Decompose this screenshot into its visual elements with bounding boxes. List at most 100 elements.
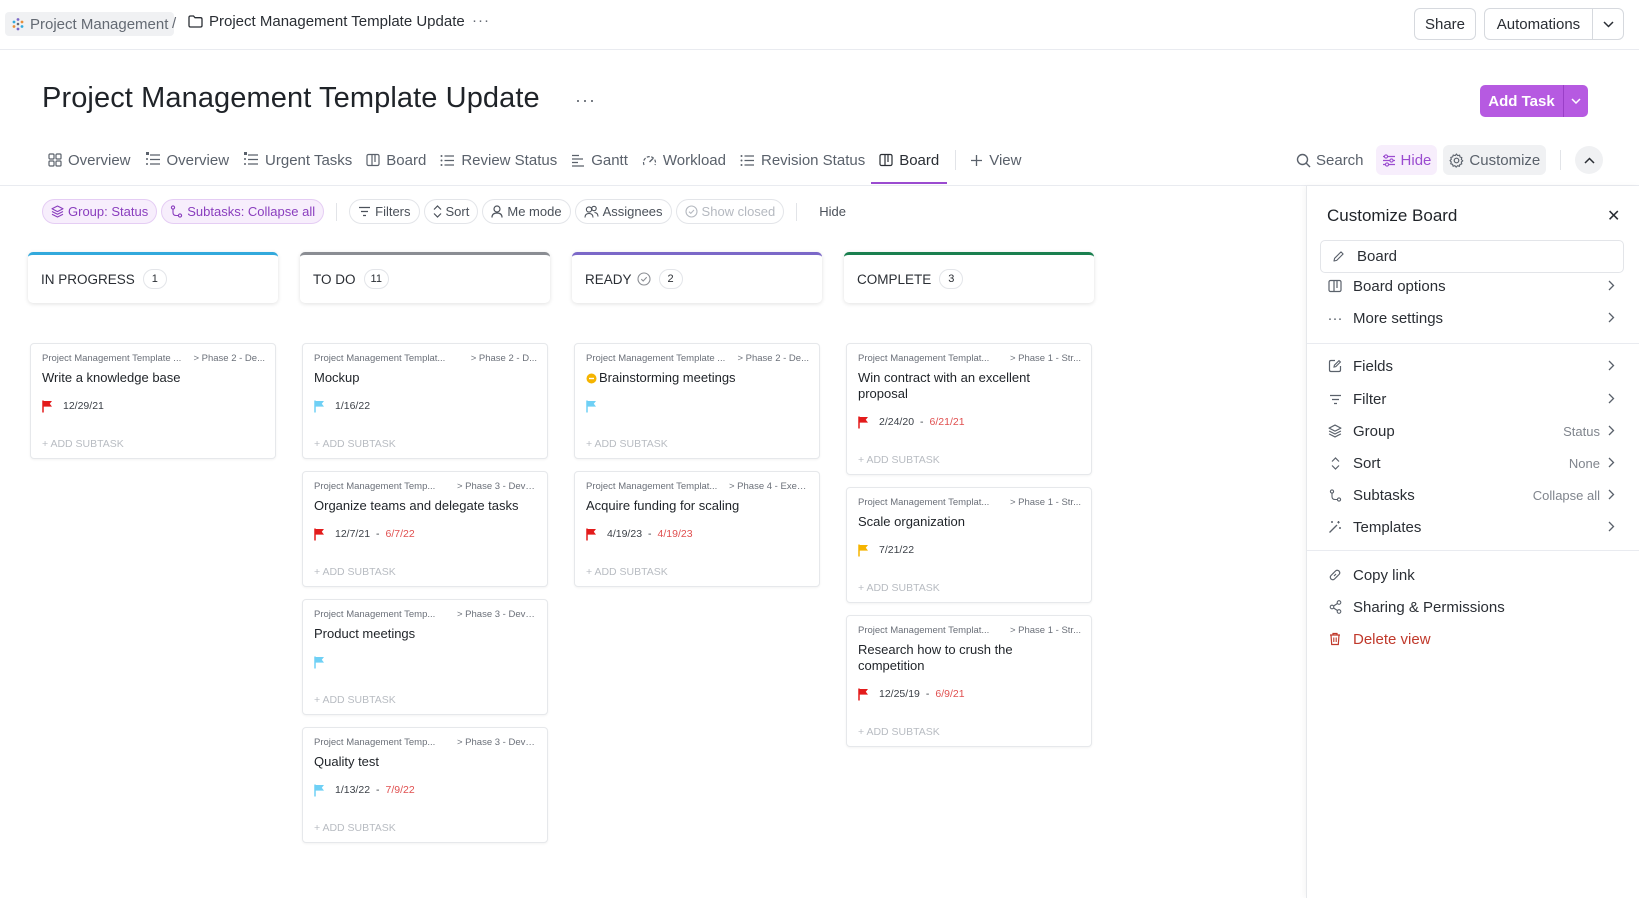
templates-item[interactable]: Templates bbox=[1327, 515, 1615, 539]
task-card[interactable]: Project Management Templat... > Phase 2 -… bbox=[302, 343, 548, 459]
automations-label[interactable]: Automations bbox=[1485, 9, 1593, 39]
task-phase-path[interactable]: > Phase 3 - Devel... bbox=[457, 481, 537, 492]
tab-review-status[interactable]: Review Status bbox=[440, 143, 557, 177]
task-due-date[interactable]: 7/9/22 bbox=[386, 784, 415, 796]
task-card[interactable]: Project Management Templat... > Phase 4 -… bbox=[574, 471, 820, 587]
task-phase-path[interactable]: > Phase 4 - Exec... bbox=[729, 481, 809, 492]
task-title[interactable]: Mockup bbox=[314, 370, 360, 386]
delete-view-item[interactable]: Delete view bbox=[1327, 627, 1615, 651]
task-due-date[interactable]: 4/19/23 bbox=[658, 528, 693, 540]
priority-flag-icon[interactable] bbox=[314, 784, 325, 797]
add-subtask-button[interactable]: + ADD SUBTASK bbox=[858, 454, 1081, 474]
sort-item[interactable]: Sort None bbox=[1327, 451, 1615, 475]
task-card[interactable]: Project Management Temp... > Phase 3 - De… bbox=[302, 471, 548, 587]
priority-flag-icon[interactable] bbox=[42, 400, 53, 413]
close-icon[interactable]: ✕ bbox=[1607, 206, 1620, 226]
me-mode-button[interactable]: Me mode bbox=[482, 199, 571, 224]
task-phase-path[interactable]: > Phase 2 - De... bbox=[193, 353, 265, 364]
task-start-date[interactable]: 12/7/21 bbox=[335, 528, 370, 540]
assignees-button[interactable]: Assignees bbox=[574, 199, 672, 224]
tab-board-active[interactable]: Board bbox=[871, 143, 948, 184]
tab-revision-status[interactable]: Revision Status bbox=[740, 143, 865, 177]
subtasks-chip[interactable]: Subtasks: Collapse all bbox=[161, 199, 325, 224]
column-header[interactable]: TO DO 11 bbox=[300, 252, 550, 303]
task-start-date[interactable]: 4/19/23 bbox=[607, 528, 642, 540]
task-title[interactable]: Product meetings bbox=[314, 626, 415, 642]
automations-dropdown[interactable] bbox=[1593, 20, 1623, 28]
task-phase-path[interactable]: > Phase 1 - Str... bbox=[1010, 497, 1081, 508]
task-phase-path[interactable]: > Phase 3 - Devel... bbox=[457, 609, 537, 620]
task-phase-path[interactable]: > Phase 1 - Str... bbox=[1010, 353, 1081, 364]
priority-flag-icon[interactable] bbox=[314, 400, 325, 413]
breadcrumb-space[interactable]: Project Management bbox=[5, 12, 175, 36]
task-phase-path[interactable]: > Phase 2 - D... bbox=[471, 353, 537, 364]
task-title[interactable]: Win contract with an excellent proposal bbox=[858, 370, 1081, 402]
breadcrumb-more-icon[interactable]: ··· bbox=[472, 12, 490, 29]
tab-workload[interactable]: Workload bbox=[642, 143, 726, 177]
breadcrumb-current[interactable]: Project Management Template Update bbox=[188, 13, 465, 30]
task-start-date[interactable]: 12/25/19 bbox=[879, 688, 920, 700]
add-subtask-button[interactable]: + ADD SUBTASK bbox=[314, 822, 537, 842]
task-title[interactable]: Quality test bbox=[314, 754, 379, 770]
task-phase-path[interactable]: > Phase 1 - Str... bbox=[1010, 625, 1081, 636]
more-settings-item[interactable]: ··· More settings bbox=[1327, 306, 1615, 330]
subtasks-item[interactable]: Subtasks Collapse all bbox=[1327, 483, 1615, 507]
task-start-date[interactable]: 7/21/22 bbox=[879, 544, 914, 556]
title-more-icon[interactable]: ··· bbox=[575, 90, 596, 111]
task-list-path[interactable]: Project Management Temp... bbox=[314, 737, 435, 748]
view-name-input[interactable]: Board bbox=[1320, 240, 1624, 273]
task-list-path[interactable]: Project Management Temp... bbox=[314, 609, 435, 620]
add-subtask-button[interactable]: + ADD SUBTASK bbox=[314, 566, 537, 586]
priority-flag-icon[interactable] bbox=[858, 416, 869, 429]
task-card[interactable]: Project Management Templat... > Phase 1 -… bbox=[846, 615, 1092, 747]
task-card[interactable]: Project Management Templat... > Phase 1 -… bbox=[846, 343, 1092, 475]
task-start-date[interactable]: 1/16/22 bbox=[335, 400, 370, 412]
task-phase-path[interactable]: > Phase 2 - De... bbox=[737, 353, 809, 364]
priority-flag-icon[interactable] bbox=[314, 528, 325, 541]
task-title[interactable]: Write a knowledge base bbox=[42, 370, 181, 386]
sharing-permissions-item[interactable]: Sharing & Permissions bbox=[1327, 595, 1615, 619]
task-start-date[interactable]: 1/13/22 bbox=[335, 784, 370, 796]
add-subtask-button[interactable]: + ADD SUBTASK bbox=[586, 566, 809, 586]
customize-button[interactable]: Customize bbox=[1443, 145, 1547, 175]
task-list-path[interactable]: Project Management Templat... bbox=[314, 353, 445, 364]
show-closed-button[interactable]: Show closed bbox=[675, 199, 785, 224]
column-header[interactable]: READY 2 bbox=[572, 252, 822, 303]
priority-flag-icon[interactable] bbox=[586, 400, 597, 413]
add-task-label[interactable]: Add Task bbox=[1480, 85, 1564, 117]
task-list-path[interactable]: Project Management Templat... bbox=[586, 481, 717, 492]
add-subtask-button[interactable]: + ADD SUBTASK bbox=[586, 438, 809, 458]
group-by-chip[interactable]: Group: Status bbox=[42, 199, 158, 224]
tab-overview-list[interactable]: Overview bbox=[145, 143, 229, 177]
add-task-button[interactable]: Add Task bbox=[1480, 85, 1588, 117]
task-title[interactable]: Brainstorming meetings bbox=[599, 370, 736, 386]
task-list-path[interactable]: Project Management Templat... bbox=[858, 353, 989, 364]
add-subtask-button[interactable]: + ADD SUBTASK bbox=[858, 582, 1081, 602]
task-title[interactable]: Acquire funding for scaling bbox=[586, 498, 739, 514]
tab-overview-dashboard[interactable]: Overview bbox=[48, 143, 131, 177]
hide-columns-link[interactable]: Hide bbox=[819, 204, 846, 219]
task-start-date[interactable]: 2/24/20 bbox=[879, 416, 914, 428]
task-list-path[interactable]: Project Management Template ... bbox=[42, 353, 181, 364]
add-subtask-button[interactable]: + ADD SUBTASK bbox=[858, 726, 1081, 746]
add-subtask-button[interactable]: + ADD SUBTASK bbox=[314, 694, 537, 714]
priority-flag-icon[interactable] bbox=[858, 688, 869, 701]
fields-item[interactable]: Fields bbox=[1327, 354, 1615, 378]
automations-button[interactable]: Automations bbox=[1484, 8, 1624, 40]
task-card[interactable]: Project Management Temp... > Phase 3 - De… bbox=[302, 599, 548, 715]
copy-link-item[interactable]: Copy link bbox=[1327, 563, 1615, 587]
filters-button[interactable]: Filters bbox=[349, 199, 420, 224]
share-button[interactable]: Share bbox=[1414, 8, 1476, 40]
task-card[interactable]: Project Management Template ... > Phase 2… bbox=[574, 343, 820, 459]
task-due-date[interactable]: 6/9/21 bbox=[935, 688, 964, 700]
task-due-date[interactable]: 6/7/22 bbox=[386, 528, 415, 540]
task-due-date[interactable]: 6/21/21 bbox=[930, 416, 965, 428]
task-list-path[interactable]: Project Management Templat... bbox=[858, 625, 989, 636]
board-options-item[interactable]: Board options bbox=[1327, 274, 1615, 298]
hide-button[interactable]: Hide bbox=[1375, 145, 1438, 175]
priority-flag-icon[interactable] bbox=[314, 656, 325, 669]
task-card[interactable]: Project Management Template ... > Phase 2… bbox=[30, 343, 276, 459]
task-list-path[interactable]: Project Management Temp... bbox=[314, 481, 435, 492]
task-title[interactable]: Research how to crush the competition bbox=[858, 642, 1081, 674]
add-subtask-button[interactable]: + ADD SUBTASK bbox=[314, 438, 537, 458]
